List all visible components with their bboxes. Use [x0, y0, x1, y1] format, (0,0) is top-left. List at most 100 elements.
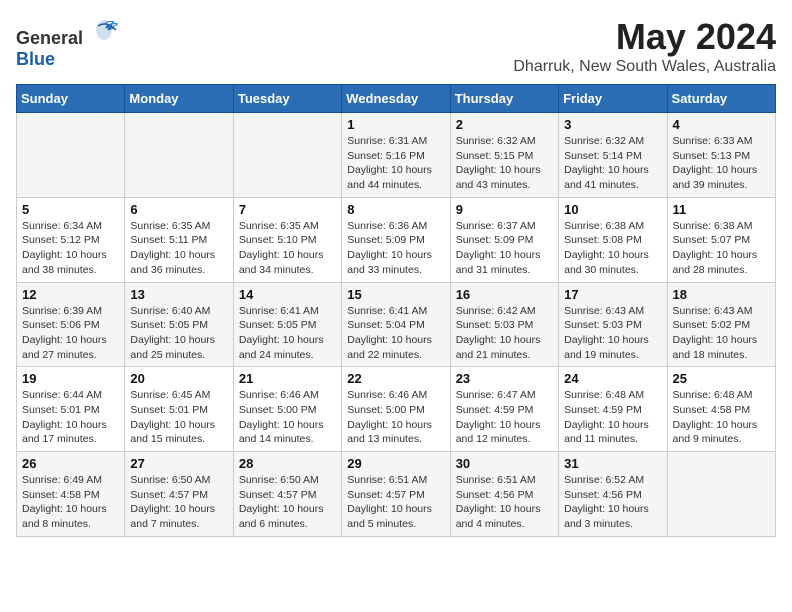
calendar-cell: 4Sunrise: 6:33 AM Sunset: 5:13 PM Daylig…	[667, 113, 775, 198]
day-info: Sunrise: 6:41 AM Sunset: 5:04 PM Dayligh…	[347, 304, 444, 363]
calendar-week-2: 5Sunrise: 6:34 AM Sunset: 5:12 PM Daylig…	[17, 197, 776, 282]
calendar-cell: 30Sunrise: 6:51 AM Sunset: 4:56 PM Dayli…	[450, 452, 558, 537]
header-cell-friday: Friday	[559, 85, 667, 113]
day-info: Sunrise: 6:38 AM Sunset: 5:08 PM Dayligh…	[564, 219, 661, 278]
day-number: 18	[673, 287, 770, 302]
day-number: 5	[22, 202, 119, 217]
main-title: May 2024	[513, 16, 776, 58]
calendar-cell: 9 Sunrise: 6:37 AM Sunset: 5:09 PM Daylig…	[450, 197, 558, 282]
calendar-cell: 17 Sunrise: 6:43 AM Sunset: 5:03 PM Dayli…	[559, 282, 667, 367]
calendar-cell: 21Sunrise: 6:46 AM Sunset: 5:00 PM Dayli…	[233, 367, 341, 452]
day-number: 15	[347, 287, 444, 302]
day-number: 14	[239, 287, 336, 302]
day-info: Sunrise: 6:35 AM Sunset: 5:10 PM Dayligh…	[239, 219, 336, 278]
calendar-cell: 11 Sunrise: 6:38 AM Sunset: 5:07 PM Dayli…	[667, 197, 775, 282]
day-number: 3	[564, 117, 661, 132]
day-number: 24	[564, 371, 661, 386]
day-info: Sunrise: 6:43 AM Sunset: 5:02 PM Dayligh…	[673, 304, 770, 363]
calendar-cell: 3Sunrise: 6:32 AM Sunset: 5:14 PM Daylig…	[559, 113, 667, 198]
day-info: Sunrise: 6:44 AM Sunset: 5:01 PM Dayligh…	[22, 388, 119, 447]
header-cell-sunday: Sunday	[17, 85, 125, 113]
day-number: 27	[130, 456, 227, 471]
logo-bird-icon	[90, 16, 118, 44]
logo-text-blue: Blue	[16, 49, 55, 69]
header-cell-tuesday: Tuesday	[233, 85, 341, 113]
day-number: 1	[347, 117, 444, 132]
day-info: Sunrise: 6:38 AM Sunset: 5:07 PM Dayligh…	[673, 219, 770, 278]
day-info: Sunrise: 6:46 AM Sunset: 5:00 PM Dayligh…	[347, 388, 444, 447]
day-info: Sunrise: 6:50 AM Sunset: 4:57 PM Dayligh…	[239, 473, 336, 532]
day-info: Sunrise: 6:31 AM Sunset: 5:16 PM Dayligh…	[347, 134, 444, 193]
calendar-cell	[233, 113, 341, 198]
logo-text-general: General	[16, 28, 83, 48]
day-number: 9	[456, 202, 553, 217]
day-info: Sunrise: 6:50 AM Sunset: 4:57 PM Dayligh…	[130, 473, 227, 532]
day-info: Sunrise: 6:42 AM Sunset: 5:03 PM Dayligh…	[456, 304, 553, 363]
header-cell-monday: Monday	[125, 85, 233, 113]
calendar-cell: 15 Sunrise: 6:41 AM Sunset: 5:04 PM Dayli…	[342, 282, 450, 367]
day-number: 10	[564, 202, 661, 217]
header-row: SundayMondayTuesdayWednesdayThursdayFrid…	[17, 85, 776, 113]
day-number: 17	[564, 287, 661, 302]
calendar-cell: 25Sunrise: 6:48 AM Sunset: 4:58 PM Dayli…	[667, 367, 775, 452]
calendar-cell: 8 Sunrise: 6:36 AM Sunset: 5:09 PM Daylig…	[342, 197, 450, 282]
day-number: 23	[456, 371, 553, 386]
calendar-cell	[17, 113, 125, 198]
day-number: 11	[673, 202, 770, 217]
calendar-cell: 19 Sunrise: 6:44 AM Sunset: 5:01 PM Dayli…	[17, 367, 125, 452]
calendar-cell: 27 Sunrise: 6:50 AM Sunset: 4:57 PM Dayli…	[125, 452, 233, 537]
day-info: Sunrise: 6:35 AM Sunset: 5:11 PM Dayligh…	[130, 219, 227, 278]
day-number: 28	[239, 456, 336, 471]
header-cell-saturday: Saturday	[667, 85, 775, 113]
day-info: Sunrise: 6:36 AM Sunset: 5:09 PM Dayligh…	[347, 219, 444, 278]
calendar-cell: 12 Sunrise: 6:39 AM Sunset: 5:06 PM Dayli…	[17, 282, 125, 367]
calendar-cell: 29 Sunrise: 6:51 AM Sunset: 4:57 PM Dayli…	[342, 452, 450, 537]
calendar-cell: 20 Sunrise: 6:45 AM Sunset: 5:01 PM Dayli…	[125, 367, 233, 452]
day-number: 6	[130, 202, 227, 217]
header-cell-wednesday: Wednesday	[342, 85, 450, 113]
day-info: Sunrise: 6:49 AM Sunset: 4:58 PM Dayligh…	[22, 473, 119, 532]
day-info: Sunrise: 6:46 AM Sunset: 5:00 PM Dayligh…	[239, 388, 336, 447]
day-number: 31	[564, 456, 661, 471]
day-info: Sunrise: 6:52 AM Sunset: 4:56 PM Dayligh…	[564, 473, 661, 532]
page-header: General Blue May 2024 Dharruk, New South…	[16, 16, 776, 76]
calendar-table: SundayMondayTuesdayWednesdayThursdayFrid…	[16, 84, 776, 537]
day-info: Sunrise: 6:41 AM Sunset: 5:05 PM Dayligh…	[239, 304, 336, 363]
day-info: Sunrise: 6:43 AM Sunset: 5:03 PM Dayligh…	[564, 304, 661, 363]
day-number: 2	[456, 117, 553, 132]
day-info: Sunrise: 6:40 AM Sunset: 5:05 PM Dayligh…	[130, 304, 227, 363]
day-info: Sunrise: 6:48 AM Sunset: 4:59 PM Dayligh…	[564, 388, 661, 447]
calendar-cell: 18 Sunrise: 6:43 AM Sunset: 5:02 PM Dayli…	[667, 282, 775, 367]
calendar-cell: 1 Sunrise: 6:31 AM Sunset: 5:16 PM Daylig…	[342, 113, 450, 198]
day-info: Sunrise: 6:47 AM Sunset: 4:59 PM Dayligh…	[456, 388, 553, 447]
day-number: 13	[130, 287, 227, 302]
calendar-week-5: 26Sunrise: 6:49 AM Sunset: 4:58 PM Dayli…	[17, 452, 776, 537]
logo-wordmark: General Blue	[16, 16, 118, 70]
calendar-cell: 23 Sunrise: 6:47 AM Sunset: 4:59 PM Dayli…	[450, 367, 558, 452]
calendar-cell: 24 Sunrise: 6:48 AM Sunset: 4:59 PM Dayli…	[559, 367, 667, 452]
day-info: Sunrise: 6:39 AM Sunset: 5:06 PM Dayligh…	[22, 304, 119, 363]
calendar-cell: 6 Sunrise: 6:35 AM Sunset: 5:11 PM Daylig…	[125, 197, 233, 282]
subtitle: Dharruk, New South Wales, Australia	[513, 58, 776, 76]
calendar-cell: 14 Sunrise: 6:41 AM Sunset: 5:05 PM Dayli…	[233, 282, 341, 367]
day-info: Sunrise: 6:51 AM Sunset: 4:57 PM Dayligh…	[347, 473, 444, 532]
day-info: Sunrise: 6:32 AM Sunset: 5:15 PM Dayligh…	[456, 134, 553, 193]
day-info: Sunrise: 6:37 AM Sunset: 5:09 PM Dayligh…	[456, 219, 553, 278]
day-number: 16	[456, 287, 553, 302]
day-number: 12	[22, 287, 119, 302]
day-info: Sunrise: 6:45 AM Sunset: 5:01 PM Dayligh…	[130, 388, 227, 447]
logo: General Blue	[16, 16, 118, 70]
day-number: 20	[130, 371, 227, 386]
day-number: 25	[673, 371, 770, 386]
calendar-week-4: 19 Sunrise: 6:44 AM Sunset: 5:01 PM Dayli…	[17, 367, 776, 452]
calendar-cell: 13 Sunrise: 6:40 AM Sunset: 5:05 PM Dayli…	[125, 282, 233, 367]
day-number: 7	[239, 202, 336, 217]
calendar-week-1: 1 Sunrise: 6:31 AM Sunset: 5:16 PM Daylig…	[17, 113, 776, 198]
day-number: 19	[22, 371, 119, 386]
day-number: 29	[347, 456, 444, 471]
day-number: 8	[347, 202, 444, 217]
calendar-cell	[125, 113, 233, 198]
day-number: 30	[456, 456, 553, 471]
calendar-cell: 22Sunrise: 6:46 AM Sunset: 5:00 PM Dayli…	[342, 367, 450, 452]
calendar-cell: 10 Sunrise: 6:38 AM Sunset: 5:08 PM Dayli…	[559, 197, 667, 282]
